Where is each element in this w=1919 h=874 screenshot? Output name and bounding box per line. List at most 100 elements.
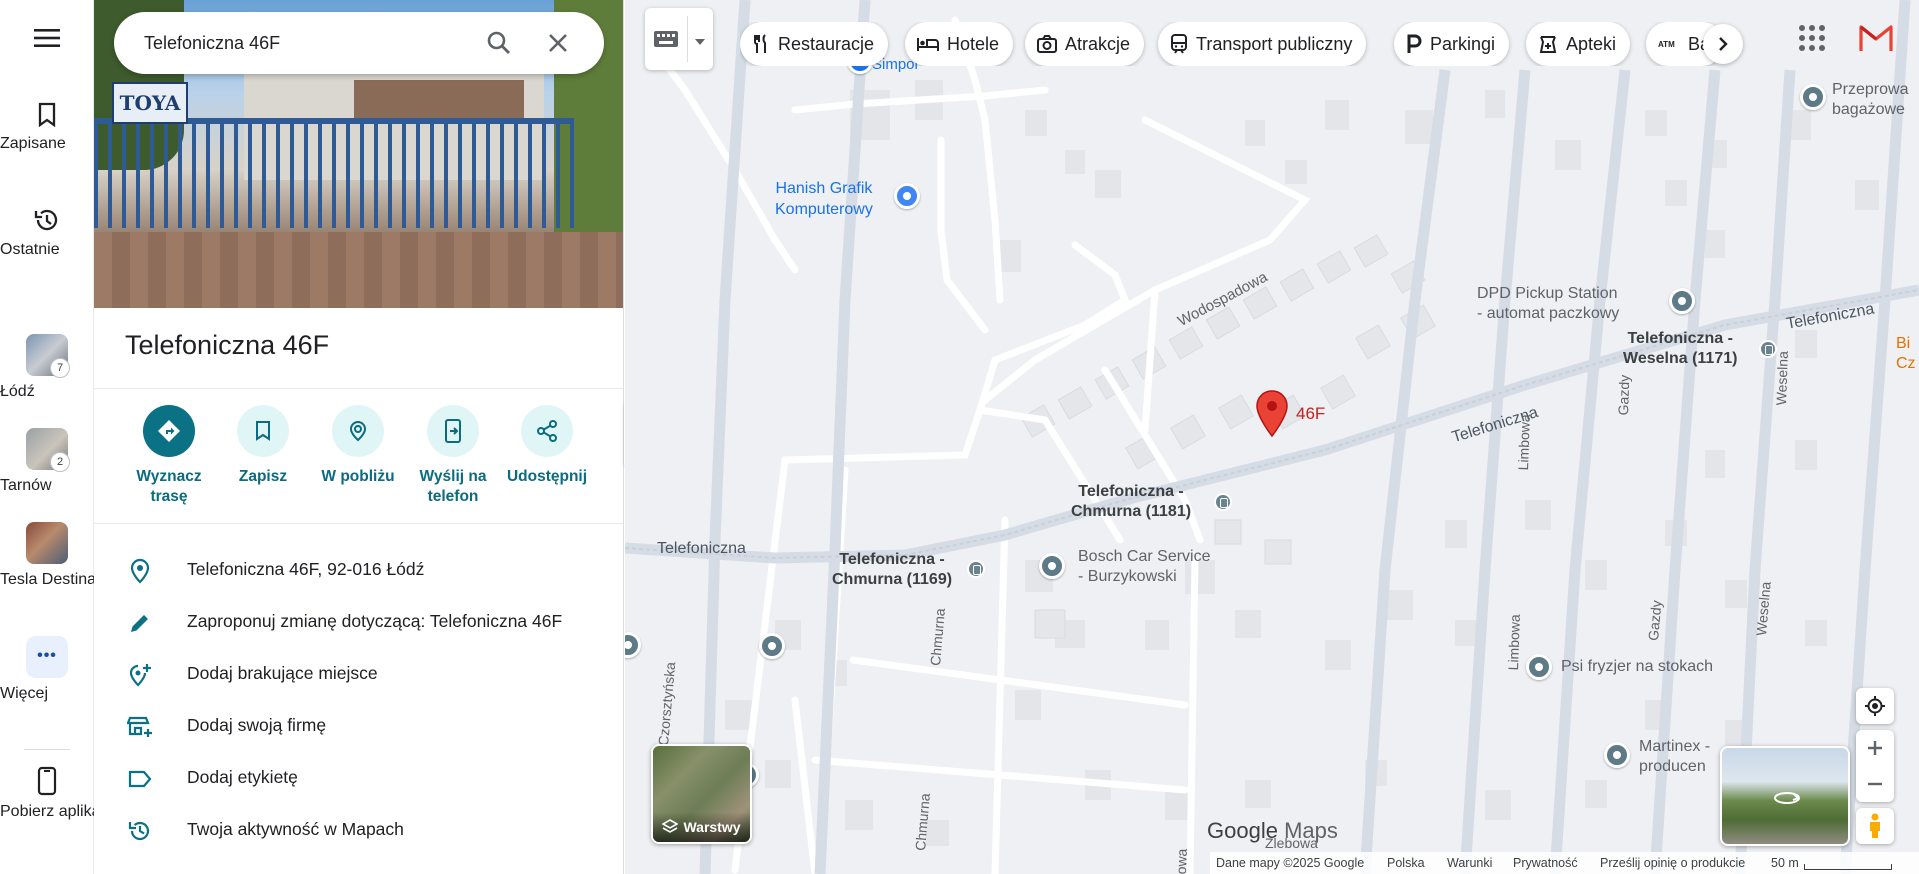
scale-bar xyxy=(1804,864,1892,870)
feedback-link[interactable]: Prześlij opinię o produkcie xyxy=(1600,856,1745,870)
poi-label-hanish[interactable]: Hanish Grafik Komputerowy xyxy=(775,178,873,220)
poi-label-psi[interactable]: Psi fryzjer na stokach xyxy=(1561,658,1713,676)
layers-button[interactable]: Warstwy xyxy=(651,744,752,844)
chip-pharmacies[interactable]: Apteki xyxy=(1526,22,1631,66)
crosshair-icon xyxy=(1865,696,1885,716)
place-thumbnail xyxy=(26,522,68,564)
poi-pin-icon[interactable] xyxy=(894,183,920,209)
poi-pin-icon[interactable] xyxy=(1669,288,1695,314)
map-canvas[interactable]: Wodospadowa Telefoniczna Telefoniczna Te… xyxy=(625,0,1919,874)
left-rail: Zapisane Ostatnie 7 Łódź 2 Tarnów Tesla … xyxy=(0,0,121,874)
transit-stop-label[interactable]: Telefoniczna - Chmurna (1169) xyxy=(832,550,952,590)
search-input[interactable] xyxy=(144,12,474,74)
poi-pin-icon[interactable] xyxy=(1604,742,1630,768)
address-row[interactable]: Telefoniczna 46F, 92-016 Łódź xyxy=(94,544,623,596)
pencil-icon xyxy=(131,615,148,632)
rail-recent-place-lodz[interactable]: 7 Łódź xyxy=(0,334,94,400)
bus-stop-icon[interactable] xyxy=(967,560,985,578)
poi-label-bosch[interactable]: Bosch Car Service - Burzykowski xyxy=(1078,547,1211,587)
account-avatar-icon[interactable] xyxy=(1858,20,1894,56)
chips-next-button[interactable] xyxy=(1703,24,1743,64)
street-label: Weselna xyxy=(1773,350,1791,406)
action-label: Zapisz xyxy=(238,468,288,485)
nearby-button[interactable]: W pobliżu xyxy=(310,405,406,487)
map-data-attribution[interactable]: Dane mapy ©2025 Google xyxy=(1216,856,1364,870)
chip-label: Atrakcje xyxy=(1065,33,1131,54)
close-icon[interactable] xyxy=(544,29,572,57)
zoom-out-button[interactable] xyxy=(1856,766,1894,802)
share-button[interactable]: Udostępnij xyxy=(499,405,595,487)
directions-button[interactable]: Wyznacz trasę xyxy=(121,405,217,507)
suggest-edit-row[interactable]: Zaproponuj zmianę dotyczącą: Telefoniczn… xyxy=(94,596,623,648)
parking-icon xyxy=(1407,34,1422,53)
zoom-control xyxy=(1856,730,1894,802)
place-marker-icon[interactable] xyxy=(1255,390,1289,438)
add-missing-place-row[interactable]: Dodaj brakujące miejsce xyxy=(94,648,623,700)
privacy-link[interactable]: Prywatność xyxy=(1513,856,1578,870)
scale-label[interactable]: 50 m xyxy=(1771,856,1799,870)
rail-get-app[interactable]: Pobierz aplikację xyxy=(0,766,121,820)
rail-saved[interactable]: Zapisane xyxy=(0,102,94,152)
poi-pin-icon[interactable] xyxy=(1039,553,1065,579)
add-business-text: Dodaj swoją firmę xyxy=(187,715,327,735)
menu-button[interactable] xyxy=(0,28,94,54)
add-missing-place-text: Dodaj brakujące miejsce xyxy=(187,663,378,683)
chip-transit[interactable]: Transport publiczny xyxy=(1158,22,1367,66)
chevron-right-icon xyxy=(1719,37,1728,51)
action-label: Wyznacz trasę xyxy=(136,468,202,505)
action-label: Wyślij na telefon xyxy=(419,468,487,505)
rail-saved-label: Zapisane xyxy=(0,135,66,152)
maps-activity-row[interactable]: Twoja aktywność w Mapach xyxy=(94,804,623,856)
send-to-phone-icon xyxy=(427,405,479,457)
chip-hotels[interactable]: Hotele xyxy=(905,22,1014,66)
chip-parking[interactable]: Parkingi xyxy=(1394,22,1510,66)
school-icon[interactable] xyxy=(759,633,785,659)
rail-more-label: Więcej xyxy=(0,685,49,702)
hamburger-icon xyxy=(34,29,60,47)
poi-label-dpd[interactable]: DPD Pickup Station - automat paczkowy xyxy=(1477,284,1619,324)
google-apps-icon[interactable] xyxy=(1796,22,1828,54)
keyboard-icon xyxy=(654,31,678,47)
divider xyxy=(94,523,623,524)
google-maps-logo: Google Maps xyxy=(1207,818,1338,844)
input-tools-button[interactable] xyxy=(645,8,713,70)
photo-balcony xyxy=(354,80,524,120)
transit-stop-label[interactable]: Telefoniczna - Weselna (1171) xyxy=(1623,329,1737,369)
street-view-thumbnail[interactable] xyxy=(1720,746,1850,846)
poi-label-przeprowa[interactable]: Przeprowa bagażowe xyxy=(1832,80,1908,120)
zoom-in-button[interactable] xyxy=(1856,730,1894,766)
chip-attractions[interactable]: Atrakcje xyxy=(1025,22,1145,66)
label-icon xyxy=(128,770,152,788)
pegman-button[interactable] xyxy=(1856,808,1894,844)
rail-get-app-label: Pobierz aplikację xyxy=(0,803,121,820)
search-icon[interactable] xyxy=(485,29,513,57)
hotel-icon xyxy=(917,38,939,51)
action-row: Wyznacz trasę Zapisz W pobliżu Wyślij na… xyxy=(94,405,623,507)
rail-recent-place-tesla[interactable]: Tesla Destinat.. xyxy=(0,522,109,588)
poi-pin-icon[interactable] xyxy=(1800,84,1826,110)
logo-google: Google xyxy=(1207,818,1278,843)
add-business-row[interactable]: Dodaj swoją firmę xyxy=(94,700,623,752)
phone-icon xyxy=(37,766,57,796)
place-marker-label[interactable]: 46F xyxy=(1296,404,1325,424)
send-to-phone-button[interactable]: Wyślij na telefon xyxy=(405,405,501,507)
bus-stop-icon[interactable] xyxy=(1214,493,1232,511)
layers-icon xyxy=(662,819,679,833)
rail-more[interactable]: ••• Więcej xyxy=(0,636,94,702)
poi-label-martinex[interactable]: Martinex - producen xyxy=(1639,737,1710,777)
transit-stop-label[interactable]: Telefoniczna - Chmurna (1181) xyxy=(1071,482,1191,522)
bookmark-icon xyxy=(237,405,289,457)
street-label: Gazdy xyxy=(1615,374,1633,416)
country-link[interactable]: Polska xyxy=(1387,856,1425,870)
poi-label-bi[interactable]: Bi Cz xyxy=(1896,334,1916,374)
my-location-button[interactable] xyxy=(1856,688,1894,724)
rail-recent[interactable]: Ostatnie xyxy=(0,206,94,258)
chip-restaurants[interactable]: Restauracje xyxy=(740,22,889,66)
add-label-row[interactable]: Dodaj etykietę xyxy=(94,752,623,804)
bus-stop-icon[interactable] xyxy=(1759,340,1777,358)
terms-link[interactable]: Warunki xyxy=(1447,856,1492,870)
camera-icon xyxy=(1037,35,1057,53)
poi-pin-icon[interactable] xyxy=(1526,654,1552,680)
save-button[interactable]: Zapisz xyxy=(215,405,311,487)
rail-recent-place-tarnow[interactable]: 2 Tarnów xyxy=(0,428,94,494)
